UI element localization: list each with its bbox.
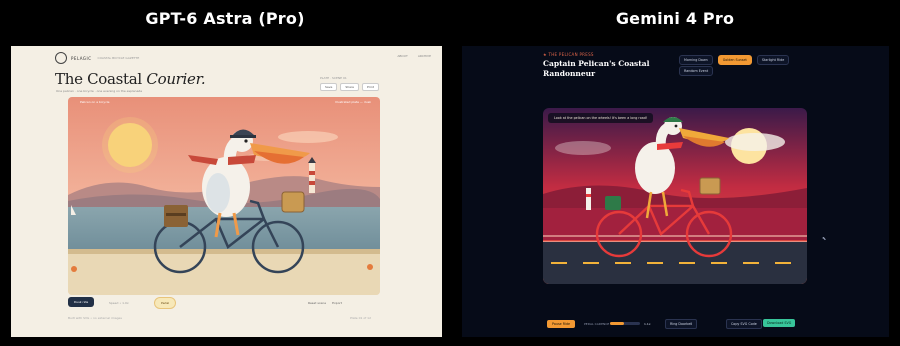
chip-morning-dawn[interactable]: Morning Dawn xyxy=(679,55,713,65)
chip-golden-sunset[interactable]: Golden Sunset xyxy=(717,55,752,65)
save-button[interactable]: Save xyxy=(320,83,338,91)
pelican-illustration xyxy=(543,108,807,284)
page-title-italic: Courier. xyxy=(146,70,206,88)
left-panel-overlay: PELAGIC COASTAL BICYCLE GAZETTE ABOUT AR… xyxy=(11,46,442,337)
random-event-button[interactable]: Random Event xyxy=(679,66,714,76)
brand-name: PELAGIC xyxy=(71,55,92,61)
brand-logo-icon xyxy=(55,52,67,64)
footer-note: Built with SVG • no external images xyxy=(68,316,122,320)
event-banner: Look at the pelican on the wheels! It's … xyxy=(548,113,654,123)
side-caption: PLATE · SCENE 01 xyxy=(320,76,347,80)
cadence-slider-fill xyxy=(610,322,624,325)
pelican-illustration-svg xyxy=(543,108,807,284)
pelican-illustration-svg xyxy=(68,97,380,295)
pelican-illustration xyxy=(68,97,380,295)
top-nav: ABOUT ARCHIVE xyxy=(397,54,431,58)
illustration-caption-right: Illustrated plate — dusk xyxy=(335,100,371,104)
print-button[interactable]: Print xyxy=(362,83,379,91)
brand-tagline: COASTAL BICYCLE GAZETTE xyxy=(97,56,140,60)
page-title-main: The Coastal xyxy=(55,70,147,88)
reset-scene-button[interactable]: Reset scene xyxy=(308,301,326,305)
cursor-icon: ⬉ xyxy=(822,236,827,242)
download-svg-button[interactable]: Download SVG xyxy=(763,319,796,327)
chip-starlight-ride[interactable]: Starlight Ride xyxy=(756,55,790,65)
illustration-caption-left: Pelican on a bicycle xyxy=(80,100,110,104)
scene-actions: Reset scene Export xyxy=(308,301,342,305)
export-button[interactable]: Export xyxy=(332,301,342,305)
page-title: Captain Pelican's Coastal Randonneur xyxy=(543,59,650,78)
speed-meta: Speed • 1.0x xyxy=(109,301,129,305)
cadence-label: PEDAL CADENCE xyxy=(584,322,610,326)
cadence-slider[interactable] xyxy=(610,322,640,325)
brand[interactable]: PELAGIC COASTAL BICYCLE GAZETTE xyxy=(55,52,139,64)
pedal-button[interactable]: Pedal xyxy=(154,297,177,309)
nav-item-archive[interactable]: ARCHIVE xyxy=(418,54,431,58)
eyebrow: ★ THE PELICAN PRESS xyxy=(543,52,594,57)
cadence-value: 1.1x xyxy=(644,322,651,326)
side-button-group: Save Share Print xyxy=(320,83,379,91)
nav-item-about[interactable]: ABOUT xyxy=(397,54,407,58)
copy-svg-button[interactable]: Copy SVG Code xyxy=(726,319,762,329)
theme-chips: Morning Dawn Golden Sunset Starlight Rid… xyxy=(679,55,790,65)
pause-ride-button[interactable]: Pause Ride xyxy=(547,320,576,328)
page-title: The Coastal Courier. xyxy=(55,70,206,88)
right-screenshot-panel: ★ THE PELICAN PRESS Captain Pelican's Co… xyxy=(462,46,889,337)
footer-plate-count: Plate 01 of 12 xyxy=(350,316,371,320)
page-subtitle: One pelican · one bicycle · one evening … xyxy=(56,89,143,93)
ring-doorbell-button[interactable]: Ring Doorbell xyxy=(665,319,698,329)
dusk-ride-button[interactable]: Dusk ride xyxy=(68,297,95,307)
share-button[interactable]: Share xyxy=(340,83,360,91)
